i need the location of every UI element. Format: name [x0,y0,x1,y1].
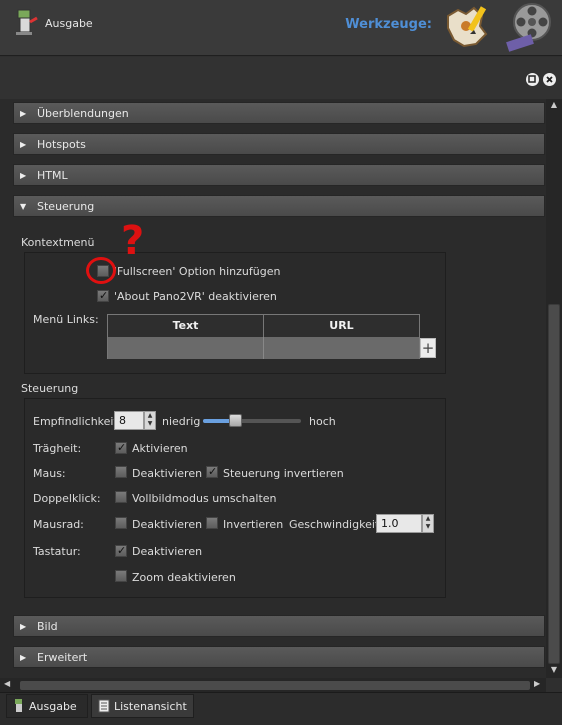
section-title: Steuerung [37,200,95,213]
doppelklick-option-label: Vollbildmodus umschalten [132,492,277,505]
panel-title: Ausgabe [45,17,93,30]
scroll-left-icon[interactable]: ◀ [4,679,16,691]
film-tool-icon[interactable] [505,2,555,52]
empfindlichkeit-stepper[interactable]: ▲ ▼ [144,411,156,430]
expand-arrow-icon: ▶ [20,653,27,662]
annotation-question-mark: ? [121,218,145,264]
menu-links-label: Menü Links: [33,313,99,326]
geschwindigkeit-label: Geschwindigkeit: [289,518,383,531]
collapse-arrow-icon: ▼ [20,202,27,211]
section-html[interactable]: ▶ HTML [13,164,545,186]
section-title: Hotspots [37,138,86,151]
tastatur-label: Tastatur: [33,545,81,558]
panel-header [0,57,562,99]
table-cell[interactable] [264,337,419,359]
tastatur-deaktivieren-label: Deaktivieren [132,545,203,558]
mausrad-deaktivieren-label: Deaktivieren [132,518,203,531]
horizontal-scroll-thumb[interactable] [20,681,530,690]
close-panel-button[interactable] [543,73,556,86]
tab-label: Listenansicht [114,700,187,713]
niedrig-label: niedrig [162,415,201,428]
annotation-circle [86,257,116,284]
mausrad-deaktivieren-checkbox[interactable] [115,517,127,529]
section-ueberblendungen[interactable]: ▶ Überblendungen [13,102,545,124]
tab-ausgabe[interactable]: Ausgabe [6,694,88,718]
list-view-icon [97,698,111,714]
expand-arrow-icon: ▶ [20,109,27,118]
expand-arrow-icon: ▶ [20,171,27,180]
float-panel-button[interactable] [526,73,539,86]
maus-deaktivieren-label: Deaktivieren [132,467,203,480]
table-header-url[interactable]: URL [264,315,419,337]
zoom-deaktivieren-checkbox[interactable] [115,570,127,582]
section-title: Überblendungen [37,107,129,120]
scroll-down-icon[interactable]: ▼ [547,665,561,677]
about-pano2vr-checkbox[interactable] [97,289,109,302]
slider-handle[interactable] [229,414,242,427]
steuerung-group-label: Steuerung [21,382,79,395]
traegheit-checkbox[interactable] [115,441,127,454]
menu-links-table[interactable]: Text URL [107,314,420,359]
section-title: Bild [37,620,58,633]
mausrad-invertieren-label: Invertieren [223,518,284,531]
hoch-label: hoch [309,415,336,428]
geschwindigkeit-spinbox[interactable]: 1.0 [376,514,422,533]
maus-invertieren-label: Steuerung invertieren [223,467,344,480]
maus-invertieren-checkbox[interactable] [206,465,218,478]
doppelklick-label: Doppelklick: [33,492,101,505]
mausrad-label: Mausrad: [33,518,84,531]
table-cell[interactable] [108,337,264,359]
vertical-scroll-thumb[interactable] [548,304,560,664]
zoom-deaktivieren-label: Zoom deaktivieren [132,571,236,584]
mausrad-invertieren-checkbox[interactable] [206,517,218,529]
kontextmenu-group-label: Kontextmenü [21,236,95,249]
section-title: Erweitert [37,651,88,664]
output-icon [12,698,26,714]
scroll-right-icon[interactable]: ▶ [534,679,546,691]
section-title: HTML [37,169,68,182]
tools-label: Werkzeuge: [345,17,432,32]
tab-label: Ausgabe [29,700,77,713]
traegheit-label: Trägheit: [33,442,82,455]
add-link-button[interactable]: + [420,338,436,358]
tastatur-deaktivieren-checkbox[interactable] [115,544,127,557]
section-bild[interactable]: ▶ Bild [13,615,545,637]
section-hotspots[interactable]: ▶ Hotspots [13,133,545,155]
scroll-up-icon[interactable]: ▲ [547,100,561,112]
maus-deaktivieren-checkbox[interactable] [115,466,127,478]
output-icon [12,8,40,36]
about-pano2vr-label: 'About Pano2VR' deaktivieren [114,290,277,303]
maus-label: Maus: [33,467,66,480]
empfindlichkeit-label: Empfindlichkeit: [33,415,122,428]
section-erweitert[interactable]: ▶ Erweitert [13,646,545,668]
doppelklick-checkbox[interactable] [115,491,127,503]
table-header-text[interactable]: Text [108,315,264,337]
fullscreen-option-label: 'Fullscreen' Option hinzufügen [114,265,281,278]
geschwindigkeit-stepper[interactable]: ▲ ▼ [422,514,434,533]
expand-arrow-icon: ▶ [20,622,27,631]
section-steuerung[interactable]: ▼ Steuerung [13,195,545,217]
empfindlichkeit-spinbox[interactable]: 8 [114,411,144,430]
map-tool-icon[interactable] [444,4,490,50]
tab-listenansicht[interactable]: Listenansicht [91,694,194,718]
expand-arrow-icon: ▶ [20,140,27,149]
traegheit-option-label: Aktivieren [132,442,188,455]
